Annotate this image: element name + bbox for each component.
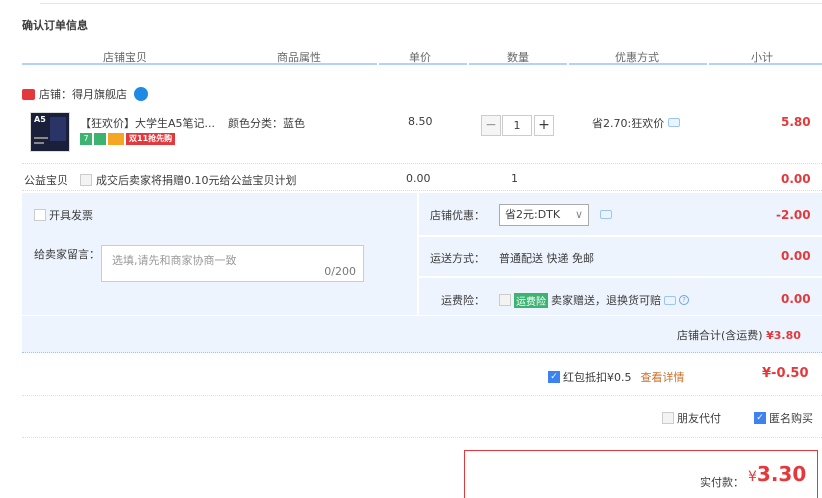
chevron-down-icon: ∨ [574,208,583,221]
invoice-option[interactable]: 开具发票 [34,207,93,223]
anonymous-checkbox[interactable]: ✓ [754,412,766,424]
row-divider [22,395,822,396]
invoice-label: 开具发票 [49,209,93,222]
shop-discount-label: 店铺优惠： [430,209,485,222]
charity-text: 成交后卖家将捐赠0.10元给公益宝贝计划 [96,174,297,187]
thumb-cover [50,117,66,141]
charity-price: 0.00 [406,172,431,185]
shop-discount-select[interactable]: 省2元:DTK ∨ [499,204,589,226]
header-separator [567,63,569,65]
redpack-row: ✓ 红包抵扣¥0.5 查看详情 [548,369,685,385]
header-separator [377,63,379,65]
top-divider [40,0,822,4]
shop-discount-amount: -2.00 [776,208,811,222]
redpack-label: 红包抵扣¥0.5 [563,371,632,384]
insurance-text: 卖家赠送，退换货可赔 [551,294,661,307]
qty-increment-button[interactable]: + [534,115,554,136]
payment-value: 3.30 [756,462,807,486]
anonymous-option[interactable]: ✓ 匿名购买 [754,410,813,426]
badge-double11: 双11抢先购 [126,133,176,145]
row-divider [22,437,822,438]
friend-pay-checkbox[interactable] [662,412,674,424]
panel-divider [419,276,822,278]
charity-row: 成交后卖家将捐赠0.10元给公益宝贝计划 [80,172,297,188]
invoice-checkbox[interactable] [34,209,46,221]
redpack-details-link[interactable]: 查看详情 [641,369,685,385]
page-title: 确认订单信息 [22,19,88,32]
shipping-amount: 0.00 [781,249,811,263]
shop-total: 店铺合计(含运费) ¥3.80 [677,327,801,343]
item-promo: 省2.70:狂欢价 [592,115,680,131]
message-input[interactable]: 选填,请先和商家协商一致 0/200 [101,245,364,282]
qty-decrement-button[interactable]: − [481,115,501,136]
redpack-amount: ¥-0.50 [762,366,809,381]
insurance-amount: 0.00 [781,292,811,306]
row-divider [22,190,822,191]
charity-qty: 1 [511,172,518,185]
insurance-checkbox [499,294,511,306]
friend-pay-label: 朋友代付 [677,412,721,425]
insurance-info-icon[interactable] [664,295,676,305]
header-separator [707,63,709,65]
payment-currency: ¥ [748,469,757,485]
thumb-label: A5 [34,115,46,124]
friend-pay-option[interactable]: 朋友代付 [662,410,721,426]
insurance-row: 运费险 卖家赠送，退换货可赔 ? [499,292,689,308]
item-attribute: 颜色分类：蓝色 [228,117,305,130]
row-divider [22,163,822,164]
charity-label: 公益宝贝 [24,174,68,187]
shop-name[interactable]: 店铺：得月旗舰店 [39,86,127,102]
shop-row: 店铺：得月旗舰店 [22,86,148,102]
wangwang-chat-icon[interactable] [134,87,148,101]
message-placeholder: 选填,请先和商家协商一致 [112,254,237,267]
panel-divider [22,315,822,316]
item-thumbnail[interactable]: A5 [30,112,70,152]
header-underline [22,63,822,65]
panel-divider [417,193,419,315]
charity-subtotal: 0.00 [781,172,811,186]
payment-label: 实付款： [700,476,744,489]
badge-guarantee-icon [94,133,106,145]
item-price: 8.50 [408,115,433,128]
item-title-link[interactable]: 【狂欢价】大学生A5笔记... [80,115,215,131]
message-char-count: 0/200 [324,265,356,278]
shop-total-amount: ¥3.80 [766,329,801,342]
promo-text: 省2.70:狂欢价 [592,117,665,130]
thumb-line [34,142,44,144]
qty-input[interactable]: 1 [502,115,532,136]
payment-amount: ¥3.30 [748,462,806,486]
shop-discount-value: 省2元:DTK [505,208,561,221]
item-subtotal: 5.80 [781,115,811,129]
shipping-label: 运送方式： [430,252,485,265]
header-separator [467,63,469,65]
badge-card-icon [108,133,124,145]
shop-icon [22,88,35,100]
insurance-label: 运费险： [441,294,485,307]
item-badges: 7 双11抢先购 [80,133,176,145]
shop-total-label: 店铺合计(含运费) [677,329,763,342]
anonymous-label: 匿名购买 [769,412,813,425]
message-label: 给卖家留言： [34,248,100,261]
badge-seven-day-icon: 7 [80,133,92,145]
charity-checkbox [80,174,92,186]
discount-info-icon[interactable] [600,210,612,219]
insurance-tag: 运费险 [514,292,548,308]
promo-info-icon[interactable] [667,118,680,127]
shipping-value: 普通配送 快递 免邮 [499,252,594,265]
thumb-line [34,137,48,139]
redpack-checkbox[interactable]: ✓ [548,371,560,383]
panel-divider [419,235,822,237]
help-icon[interactable]: ? [679,295,689,305]
